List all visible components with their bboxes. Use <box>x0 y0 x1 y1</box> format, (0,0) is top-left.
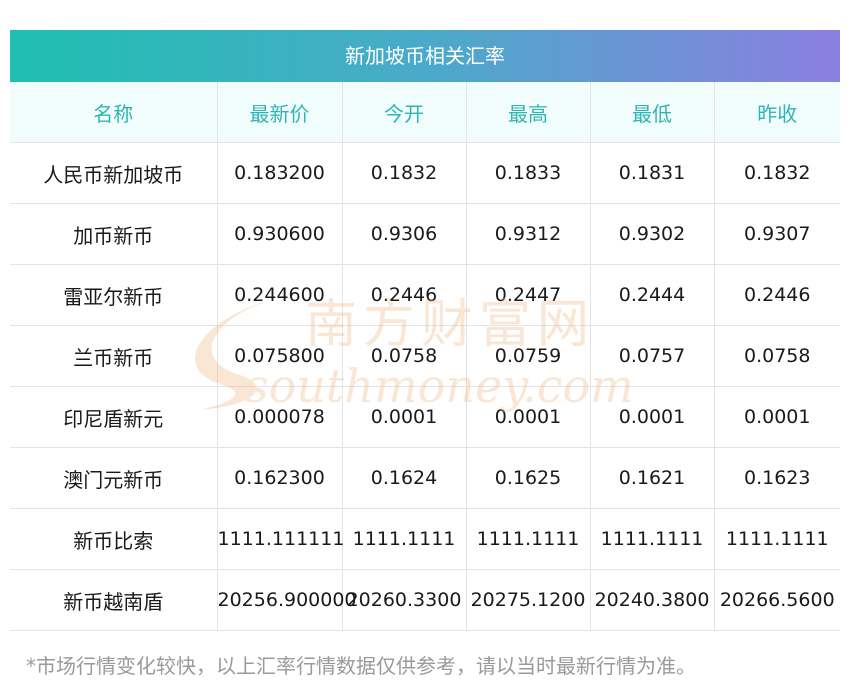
latest-price-cell: 0.075800 <box>216 325 342 387</box>
open-price-cell: 20260.3300 <box>341 569 466 631</box>
column-header-open: 今开 <box>341 82 466 143</box>
prev-close-cell: 1111.1111 <box>713 508 840 570</box>
low-price-cell: 0.0757 <box>589 325 714 387</box>
latest-price-cell: 20256.900000 <box>216 569 357 631</box>
currency-pair-name: 澳门元新币 <box>10 447 217 509</box>
currency-pair-name: 雷亚尔新币 <box>10 264 217 326</box>
currency-pair-name: 人民币新加坡币 <box>10 142 217 204</box>
column-header-high: 最高 <box>465 82 590 143</box>
table-row: 新币比索 1111.111111 1111.1111 1111.1111 111… <box>10 508 840 570</box>
currency-pair-name: 新币比索 <box>10 508 217 570</box>
prev-close-cell: 0.0001 <box>713 386 840 448</box>
low-price-cell: 0.9302 <box>589 203 714 265</box>
low-price-cell: 0.1621 <box>589 447 714 509</box>
high-price-cell: 0.1625 <box>465 447 590 509</box>
high-price-cell: 0.9312 <box>465 203 590 265</box>
high-price-cell: 1111.1111 <box>465 508 590 570</box>
open-price-cell: 0.0001 <box>341 386 466 448</box>
low-price-cell: 0.2444 <box>589 264 714 326</box>
table-row: 兰币新币 0.075800 0.0758 0.0759 0.0757 0.075… <box>10 325 840 387</box>
column-header-prev-close: 昨收 <box>713 82 840 143</box>
currency-pair-name: 印尼盾新元 <box>10 386 217 448</box>
prev-close-cell: 0.9307 <box>713 203 840 265</box>
column-header-latest: 最新价 <box>216 82 342 143</box>
currency-pair-name: 兰币新币 <box>10 325 217 387</box>
open-price-cell: 0.0758 <box>341 325 466 387</box>
table-row: 人民币新加坡币 0.183200 0.1832 0.1833 0.1831 0.… <box>10 142 840 204</box>
latest-price-cell: 0.000078 <box>216 386 342 448</box>
open-price-cell: 0.9306 <box>341 203 466 265</box>
table-header-row: 名称 最新价 今开 最高 最低 昨收 <box>10 82 840 143</box>
currency-pair-name: 加币新币 <box>10 203 217 265</box>
exchange-rate-table: 名称 最新价 今开 最高 最低 昨收 人民币新加坡币 0.183200 0.18… <box>10 82 840 631</box>
table-row: 印尼盾新元 0.000078 0.0001 0.0001 0.0001 0.00… <box>10 386 840 448</box>
disclaimer-footnote: *市场行情变化较快，以上汇率行情数据仅供参考，请以当时最新行情为准。 <box>26 654 696 678</box>
high-price-cell: 0.1833 <box>465 142 590 204</box>
open-price-cell: 0.1832 <box>341 142 466 204</box>
latest-price-cell: 0.183200 <box>216 142 342 204</box>
high-price-cell: 0.2447 <box>465 264 590 326</box>
currency-pair-name: 新币越南盾 <box>10 569 217 631</box>
high-price-cell: 0.0001 <box>465 386 590 448</box>
table-row: 新币越南盾 20256.900000 20260.3300 20275.1200… <box>10 569 840 631</box>
table-row: 澳门元新币 0.162300 0.1624 0.1625 0.1621 0.16… <box>10 447 840 509</box>
table-title: 新加坡币相关汇率 <box>10 30 840 82</box>
low-price-cell: 20240.3800 <box>589 569 714 631</box>
column-header-low: 最低 <box>589 82 714 143</box>
latest-price-cell: 1111.111111 <box>216 508 344 570</box>
open-price-cell: 0.2446 <box>341 264 466 326</box>
high-price-cell: 20275.1200 <box>465 569 590 631</box>
column-header-name: 名称 <box>10 82 217 143</box>
prev-close-cell: 0.0758 <box>713 325 840 387</box>
high-price-cell: 0.0759 <box>465 325 590 387</box>
latest-price-cell: 0.244600 <box>216 264 342 326</box>
low-price-cell: 0.0001 <box>589 386 714 448</box>
open-price-cell: 0.1624 <box>341 447 466 509</box>
prev-close-cell: 0.2446 <box>713 264 840 326</box>
low-price-cell: 0.1831 <box>589 142 714 204</box>
table-row: 加币新币 0.930600 0.9306 0.9312 0.9302 0.930… <box>10 203 840 265</box>
table-row: 雷亚尔新币 0.244600 0.2446 0.2447 0.2444 0.24… <box>10 264 840 326</box>
prev-close-cell: 0.1623 <box>713 447 840 509</box>
latest-price-cell: 0.162300 <box>216 447 342 509</box>
low-price-cell: 1111.1111 <box>589 508 714 570</box>
prev-close-cell: 0.1832 <box>713 142 840 204</box>
open-price-cell: 1111.1111 <box>341 508 466 570</box>
prev-close-cell: 20266.5600 <box>713 569 840 631</box>
latest-price-cell: 0.930600 <box>216 203 342 265</box>
